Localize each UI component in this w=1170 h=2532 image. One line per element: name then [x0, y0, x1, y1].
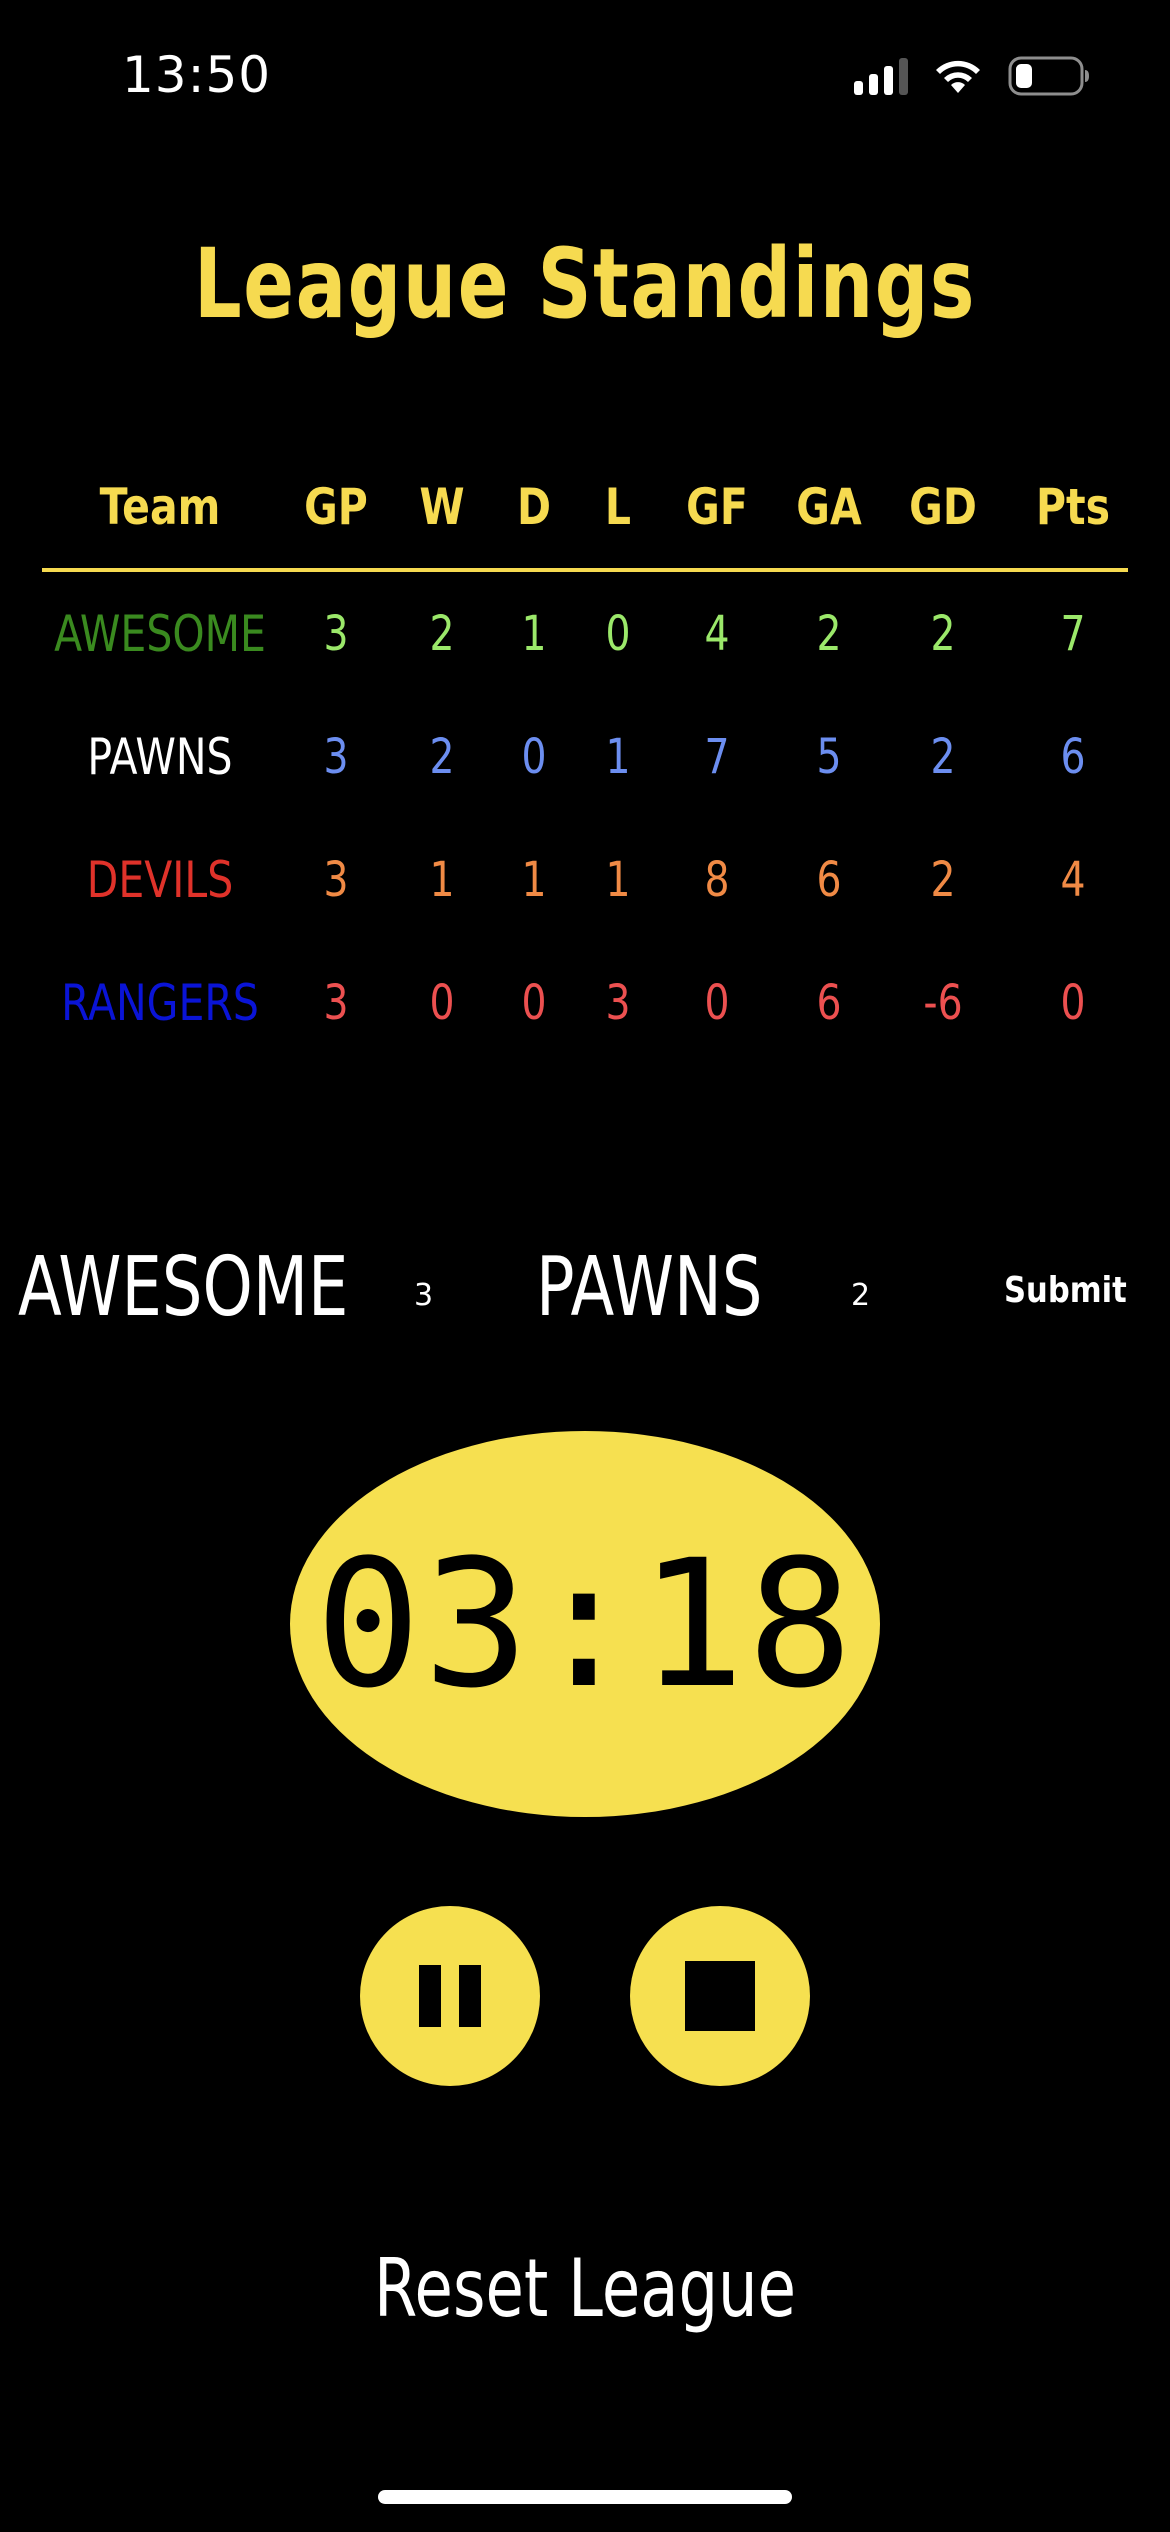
- stat-pts: 0: [1060, 974, 1086, 1031]
- wifi-icon: [936, 60, 980, 93]
- stat-w: 2: [429, 728, 455, 785]
- stat-ga: 6: [816, 974, 842, 1031]
- stat-gd: -6: [923, 974, 963, 1031]
- cellular-signal-icon: [854, 57, 908, 95]
- status-icons: [854, 56, 1090, 96]
- stop-icon: [685, 1961, 755, 2031]
- stat-gp: 3: [323, 728, 349, 785]
- submit-button[interactable]: Submit: [1004, 1270, 1127, 1311]
- team-name: AWESOME: [54, 604, 266, 663]
- stat-pts: 7: [1060, 605, 1086, 662]
- team-name: RANGERS: [61, 973, 259, 1032]
- stat-gf: 4: [704, 605, 730, 662]
- away-team-selector[interactable]: PAWNS: [536, 1240, 762, 1335]
- stat-l: 3: [605, 974, 631, 1031]
- pause-icon: [419, 1965, 481, 2027]
- stat-l: 1: [605, 851, 631, 908]
- stat-gf: 8: [704, 851, 730, 908]
- stat-ga: 2: [816, 605, 842, 662]
- table-row: AWESOME 3 2 1 0 4 2 2 7: [42, 572, 1128, 695]
- stat-pts: 6: [1060, 728, 1086, 785]
- stat-gp: 3: [323, 851, 349, 908]
- team-name: PAWNS: [87, 727, 233, 786]
- table-row: PAWNS 3 2 0 1 7 5 2 6: [42, 695, 1128, 818]
- timer-display: 03:18: [290, 1431, 880, 1817]
- stat-gd: 2: [930, 728, 956, 785]
- header-d: D: [516, 478, 552, 536]
- stat-d: 0: [521, 728, 547, 785]
- stat-gf: 7: [704, 728, 730, 785]
- table-row: RANGERS 3 0 0 3 0 6 -6 0: [42, 941, 1128, 1064]
- header-pts: Pts: [1035, 478, 1111, 536]
- stat-w: 1: [429, 851, 455, 908]
- header-gd: GD: [909, 478, 977, 536]
- home-team-selector[interactable]: AWESOME: [18, 1240, 348, 1335]
- header-team: Team: [99, 478, 221, 536]
- match-entry: AWESOME 3 PAWNS 2 Submit: [0, 1240, 1170, 1340]
- reset-league-button[interactable]: Reset League: [129, 2242, 1042, 2335]
- stat-w: 2: [429, 605, 455, 662]
- away-score-input[interactable]: 2: [851, 1278, 870, 1313]
- pause-button[interactable]: [360, 1906, 540, 2086]
- stat-l: 0: [605, 605, 631, 662]
- home-score-input[interactable]: 3: [414, 1278, 433, 1313]
- standings-table: Team GP W D L GF GA GD Pts AWESOME 3 2 1…: [42, 460, 1128, 1064]
- stat-ga: 6: [816, 851, 842, 908]
- stat-d: 1: [521, 851, 547, 908]
- stat-gp: 3: [323, 974, 349, 1031]
- stop-button[interactable]: [630, 1906, 810, 2086]
- header-w: W: [419, 478, 465, 536]
- stat-gf: 0: [704, 974, 730, 1031]
- table-header-row: Team GP W D L GF GA GD Pts: [42, 460, 1128, 572]
- stat-d: 0: [521, 974, 547, 1031]
- stat-d: 1: [521, 605, 547, 662]
- stat-l: 1: [605, 728, 631, 785]
- header-gf: GF: [686, 478, 748, 536]
- stat-pts: 4: [1060, 851, 1086, 908]
- page-title: League Standings: [193, 228, 977, 340]
- team-name: DEVILS: [86, 850, 234, 909]
- timer-text: 03:18: [315, 1521, 855, 1727]
- header-l: L: [604, 478, 632, 536]
- stat-ga: 5: [816, 728, 842, 785]
- home-indicator[interactable]: [378, 2490, 792, 2504]
- header-ga: GA: [796, 478, 862, 536]
- stat-w: 0: [429, 974, 455, 1031]
- stat-gd: 2: [930, 851, 956, 908]
- battery-icon: [1008, 56, 1089, 96]
- status-time: 13:50: [122, 46, 272, 104]
- stat-gd: 2: [930, 605, 956, 662]
- stat-gp: 3: [323, 605, 349, 662]
- header-gp: GP: [304, 478, 368, 536]
- table-row: DEVILS 3 1 1 1 8 6 2 4: [42, 818, 1128, 941]
